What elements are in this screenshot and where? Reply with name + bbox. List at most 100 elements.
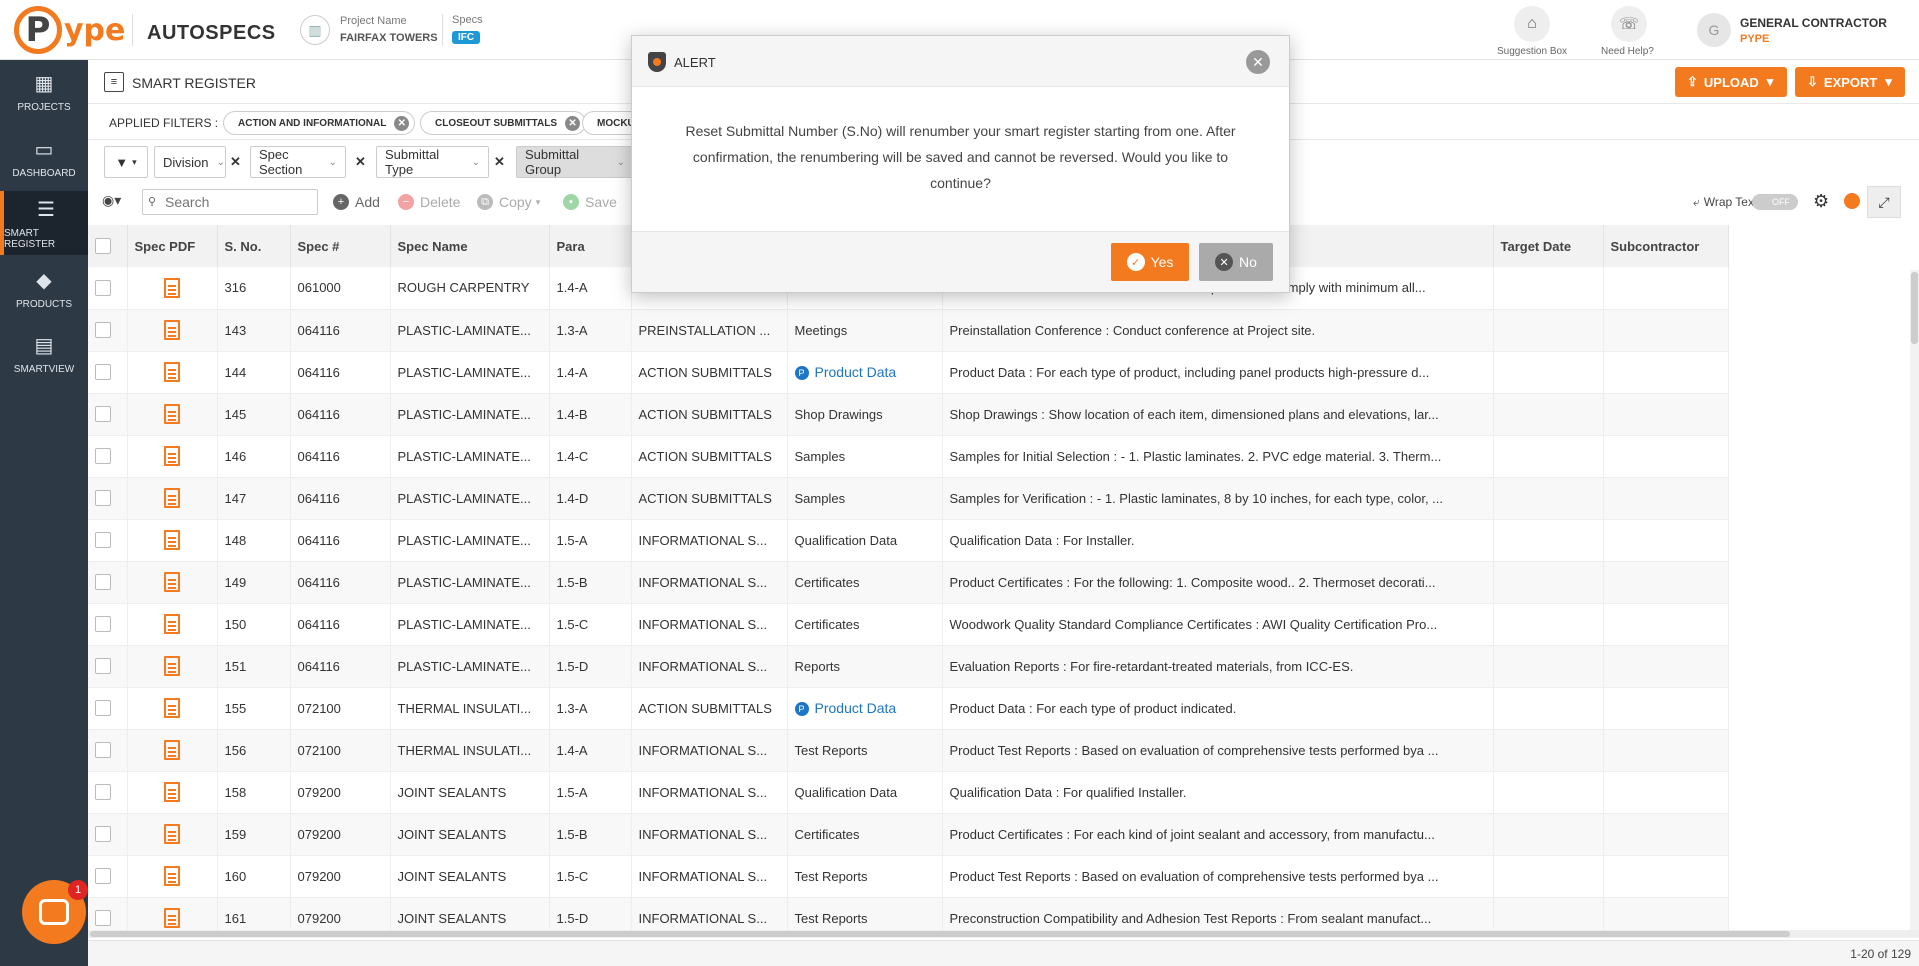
row-select[interactable] bbox=[88, 687, 128, 730]
column-header[interactable]: Spec # bbox=[290, 225, 391, 267]
project-name[interactable]: FAIRFAX TOWERS bbox=[340, 32, 438, 44]
target-date-cell[interactable] bbox=[1493, 393, 1604, 436]
submittal-type-cell[interactable]: Reports bbox=[787, 645, 943, 688]
spec-pdf-cell[interactable] bbox=[127, 687, 218, 730]
sno-cell[interactable]: 149 bbox=[217, 561, 291, 604]
spec-name-cell[interactable]: PLASTIC-LAMINATE... bbox=[390, 477, 550, 520]
sidebar-item-dashboard[interactable]: ▭ DASHBOARD bbox=[0, 126, 88, 190]
sno-cell[interactable]: 158 bbox=[217, 771, 291, 814]
spec-number-cell[interactable]: 064116 bbox=[290, 435, 391, 478]
pdf-icon[interactable] bbox=[164, 698, 180, 718]
spec-name-cell[interactable]: THERMAL INSULATI... bbox=[390, 687, 550, 730]
upload-button[interactable]: ⇪ UPLOAD ▾ bbox=[1675, 67, 1787, 97]
target-date-cell[interactable] bbox=[1493, 267, 1604, 310]
spec-pdf-cell[interactable] bbox=[127, 645, 218, 688]
table-row[interactable]: 144 064116 PLASTIC-LAMINATE... 1.4-A ACTION … bbox=[88, 351, 1729, 394]
spec-name-cell[interactable]: PLASTIC-LAMINATE... bbox=[390, 435, 550, 478]
checkbox[interactable] bbox=[95, 364, 111, 381]
submittal-type-cell[interactable]: P Product Data bbox=[787, 351, 943, 394]
subcontractor-cell[interactable] bbox=[1603, 309, 1729, 352]
pdf-icon[interactable] bbox=[164, 572, 180, 592]
checkbox[interactable] bbox=[95, 910, 111, 927]
pdf-icon[interactable] bbox=[164, 362, 180, 382]
para-cell[interactable]: 1.5-B bbox=[549, 561, 632, 604]
row-select[interactable] bbox=[88, 351, 128, 394]
submittal-group-cell[interactable]: INFORMATIONAL S... bbox=[631, 561, 788, 604]
para-cell[interactable]: 1.4-A bbox=[549, 351, 632, 394]
spec-pdf-cell[interactable] bbox=[127, 813, 218, 856]
subcontractor-cell[interactable] bbox=[1603, 393, 1729, 436]
spec-name-cell[interactable]: PLASTIC-LAMINATE... bbox=[390, 393, 550, 436]
para-cell[interactable]: 1.4-D bbox=[549, 477, 632, 520]
spec-pdf-cell[interactable] bbox=[127, 435, 218, 478]
spec-number-cell[interactable]: 079200 bbox=[290, 813, 391, 856]
pdf-icon[interactable] bbox=[164, 824, 180, 844]
pdf-icon[interactable] bbox=[164, 782, 180, 802]
pdf-icon[interactable] bbox=[164, 277, 180, 298]
submittal-group-cell[interactable]: INFORMATIONAL S... bbox=[631, 813, 788, 856]
row-select[interactable] bbox=[88, 393, 128, 436]
subcontractor-cell[interactable] bbox=[1603, 435, 1729, 478]
product-data-link[interactable]: Product Data bbox=[815, 700, 897, 716]
target-date-cell[interactable] bbox=[1493, 771, 1604, 814]
checkbox[interactable] bbox=[95, 826, 111, 843]
para-cell[interactable]: 1.5-C bbox=[549, 603, 632, 646]
filter-funnel-icon[interactable]: ▼ ▾ bbox=[104, 146, 148, 178]
row-select[interactable] bbox=[88, 561, 128, 604]
pdf-icon[interactable] bbox=[164, 656, 180, 676]
description-cell[interactable]: Product Test Reports : Based on evaluati… bbox=[942, 729, 1494, 772]
subcontractor-cell[interactable] bbox=[1603, 771, 1729, 814]
filter-chip[interactable]: ACTION AND INFORMATIONAL ✕ bbox=[223, 111, 416, 135]
description-cell[interactable]: Product Data : For each type of product … bbox=[942, 687, 1494, 730]
save-button[interactable]: ▪ Save bbox=[563, 194, 617, 210]
spec-name-cell[interactable]: PLASTIC-LAMINATE... bbox=[390, 561, 550, 604]
spec-name-cell[interactable]: ROUGH CARPENTRY bbox=[390, 267, 550, 310]
submittal-group-cell[interactable]: INFORMATIONAL S... bbox=[631, 603, 788, 646]
submittal-group-cell[interactable]: ACTION SUBMITTALS bbox=[631, 477, 788, 520]
spec-number-cell[interactable]: 061000 bbox=[290, 267, 391, 310]
para-cell[interactable]: 1.4-B bbox=[549, 393, 632, 436]
sno-cell[interactable]: 148 bbox=[217, 519, 291, 562]
para-cell[interactable]: 1.5-A bbox=[549, 519, 632, 562]
spec-number-cell[interactable]: 064116 bbox=[290, 477, 391, 520]
checkbox[interactable] bbox=[95, 574, 111, 591]
checkbox[interactable] bbox=[95, 784, 111, 801]
spec-number-cell[interactable]: 064116 bbox=[290, 309, 391, 352]
para-cell[interactable]: 1.3-A bbox=[549, 687, 632, 730]
target-date-cell[interactable] bbox=[1493, 351, 1604, 394]
submittal-group-cell[interactable]: PREINSTALLATION ... bbox=[631, 309, 788, 352]
target-date-cell[interactable] bbox=[1493, 561, 1604, 604]
yes-button[interactable]: ✓ Yes bbox=[1111, 243, 1189, 281]
column-header[interactable]: Target Date bbox=[1493, 225, 1604, 267]
submittal-group-cell[interactable]: INFORMATIONAL S... bbox=[631, 771, 788, 814]
close-icon[interactable]: ✕ bbox=[1246, 50, 1270, 74]
checkbox[interactable] bbox=[95, 238, 111, 255]
pdf-icon[interactable] bbox=[164, 446, 180, 466]
table-row[interactable]: 155 072100 THERMAL INSULATI... 1.3-A ACTION … bbox=[88, 687, 1729, 730]
spec-pdf-cell[interactable] bbox=[127, 267, 218, 310]
para-cell[interactable]: 1.5-A bbox=[549, 771, 632, 814]
gear-icon[interactable]: ⚙ bbox=[1813, 191, 1829, 212]
spec-pdf-cell[interactable] bbox=[127, 393, 218, 436]
subcontractor-cell[interactable] bbox=[1603, 561, 1729, 604]
description-cell[interactable]: Qualification Data : For Installer. bbox=[942, 519, 1494, 562]
submittal-group-cell[interactable]: INFORMATIONAL S... bbox=[631, 729, 788, 772]
row-select[interactable] bbox=[88, 477, 128, 520]
table-row[interactable]: 143 064116 PLASTIC-LAMINATE... 1.3-A PREINST… bbox=[88, 309, 1729, 352]
spec-pdf-cell[interactable] bbox=[127, 561, 218, 604]
horizontal-scrollbar[interactable] bbox=[88, 930, 1919, 938]
spec-name-cell[interactable]: JOINT SEALANTS bbox=[390, 771, 550, 814]
subcontractor-cell[interactable] bbox=[1603, 645, 1729, 688]
subcontractor-cell[interactable] bbox=[1603, 729, 1729, 772]
notification-icon[interactable] bbox=[1844, 193, 1860, 209]
target-date-cell[interactable] bbox=[1493, 477, 1604, 520]
help-phone-icon[interactable]: ☏ bbox=[1611, 6, 1647, 42]
spec-number-cell[interactable]: 072100 bbox=[290, 687, 391, 730]
submittal-type-cell[interactable]: Qualification Data bbox=[787, 519, 943, 562]
description-cell[interactable]: Product Certificates : For the following… bbox=[942, 561, 1494, 604]
target-date-cell[interactable] bbox=[1493, 435, 1604, 478]
target-date-cell[interactable] bbox=[1493, 519, 1604, 562]
pdf-icon[interactable] bbox=[164, 404, 180, 424]
submittal-group-cell[interactable]: INFORMATIONAL S... bbox=[631, 645, 788, 688]
filter-chip[interactable]: CLOSEOUT SUBMITTALS ✕ bbox=[420, 111, 587, 135]
